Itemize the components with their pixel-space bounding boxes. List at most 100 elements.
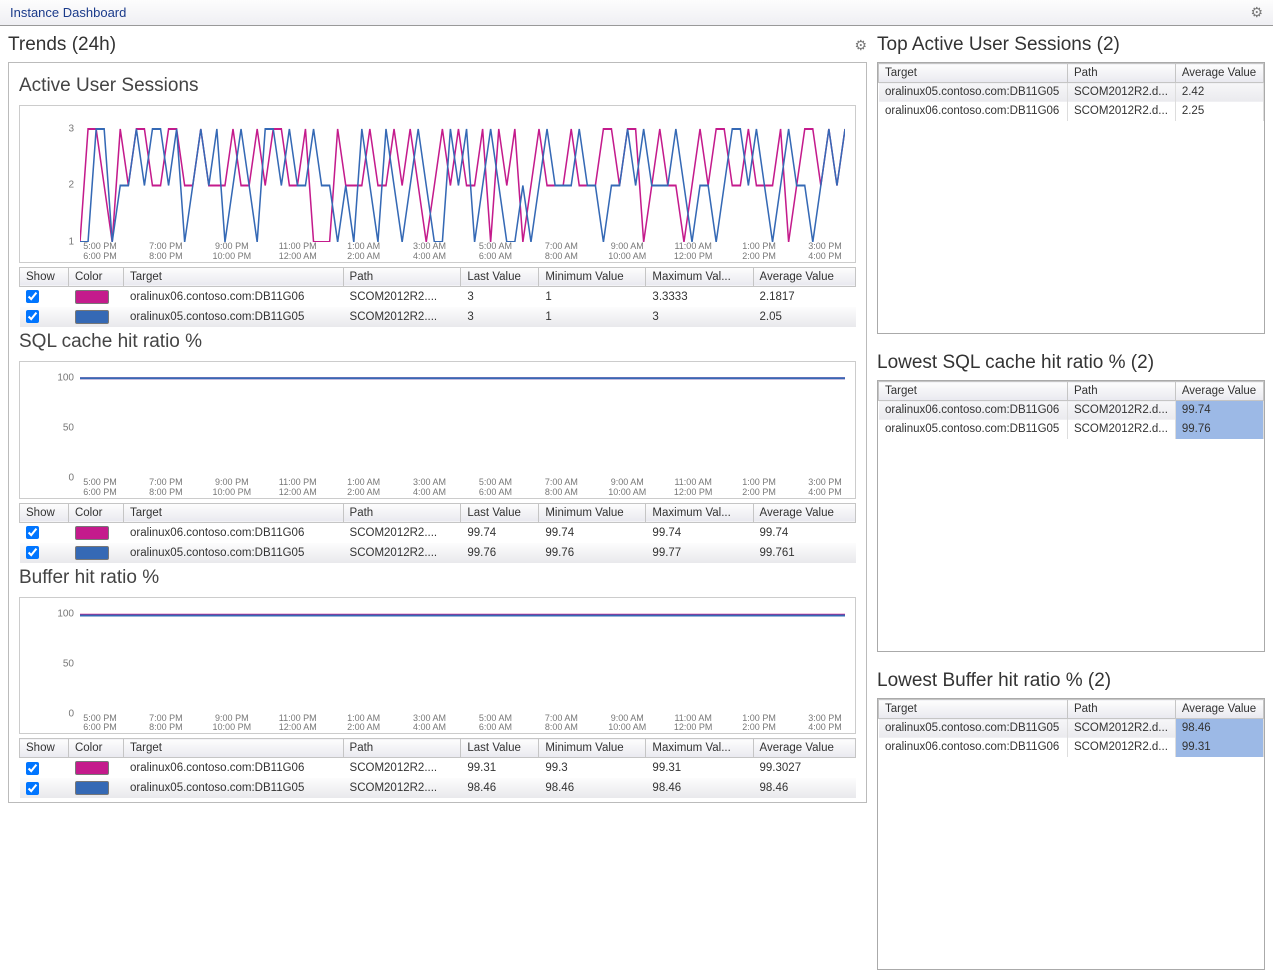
col-header[interactable]: Maximum Val... bbox=[646, 267, 753, 286]
x-tick: 11:00 AM12:00 PM bbox=[673, 714, 713, 734]
x-tick: 9:00 PM10:00 PM bbox=[212, 478, 252, 498]
col-header[interactable]: Color bbox=[68, 503, 123, 522]
col-header[interactable]: Average Value bbox=[1175, 700, 1263, 719]
y-tick: 1 bbox=[68, 237, 74, 248]
path-cell: SCOM2012R2.... bbox=[343, 307, 461, 327]
col-header[interactable]: Last Value bbox=[461, 503, 539, 522]
x-tick: 11:00 AM12:00 PM bbox=[673, 242, 713, 262]
grid-row[interactable]: oralinux05.contoso.com:DB11G05SCOM2012R2… bbox=[879, 719, 1264, 738]
color-swatch bbox=[75, 310, 109, 324]
col-header[interactable]: Path bbox=[343, 267, 461, 286]
col-header[interactable]: Target bbox=[124, 739, 344, 758]
col-header[interactable]: Show bbox=[20, 267, 69, 286]
path-cell: SCOM2012R2.d... bbox=[1067, 83, 1175, 102]
chart: 1235:00 PM6:00 PM7:00 PM8:00 PM9:00 PM10… bbox=[19, 105, 856, 263]
path-cell: SCOM2012R2.... bbox=[343, 286, 461, 307]
col-header[interactable]: Average Value bbox=[1175, 64, 1263, 83]
trends-panel: Active User Sessions1235:00 PM6:00 PM7:0… bbox=[8, 62, 867, 803]
x-tick: 11:00 AM12:00 PM bbox=[673, 478, 713, 498]
y-tick: 0 bbox=[68, 472, 74, 483]
y-tick: 3 bbox=[68, 123, 74, 134]
col-header[interactable]: Maximum Val... bbox=[646, 503, 753, 522]
x-tick: 3:00 PM4:00 PM bbox=[805, 478, 845, 498]
avg-cell: 99.74 bbox=[753, 522, 855, 543]
value-cell: 2.25 bbox=[1175, 102, 1263, 121]
data-grid: TargetPathAverage Valueoralinux06.contos… bbox=[878, 381, 1264, 439]
target-cell: oralinux05.contoso.com:DB11G05 bbox=[879, 420, 1068, 439]
col-header[interactable]: Minimum Value bbox=[539, 267, 646, 286]
x-tick: 3:00 AM4:00 AM bbox=[410, 242, 450, 262]
col-header[interactable]: Show bbox=[20, 503, 69, 522]
col-header[interactable]: Color bbox=[68, 739, 123, 758]
show-checkbox[interactable] bbox=[26, 526, 39, 539]
legend-table: ShowColorTargetPathLast ValueMinimum Val… bbox=[19, 267, 856, 327]
side-panel: Lowest Buffer hit ratio % (2)TargetPathA… bbox=[877, 670, 1265, 970]
col-header[interactable]: Path bbox=[343, 739, 461, 758]
last-cell: 3 bbox=[461, 307, 539, 327]
col-header[interactable]: Target bbox=[124, 503, 344, 522]
x-tick: 7:00 AM8:00 AM bbox=[541, 478, 581, 498]
col-header[interactable]: Last Value bbox=[461, 267, 539, 286]
header-title: Instance Dashboard bbox=[10, 5, 126, 20]
gear-icon[interactable]: ⚙ bbox=[854, 37, 867, 54]
path-cell: SCOM2012R2.... bbox=[343, 522, 461, 543]
header: Instance Dashboard ⚙ bbox=[0, 0, 1273, 26]
show-checkbox[interactable] bbox=[26, 762, 39, 775]
col-header[interactable]: Target bbox=[879, 700, 1068, 719]
legend-row[interactable]: oralinux05.contoso.com:DB11G05SCOM2012R2… bbox=[20, 307, 856, 327]
min-cell: 1 bbox=[539, 286, 646, 307]
x-tick: 11:00 PM12:00 AM bbox=[278, 478, 318, 498]
chart-title: SQL cache hit ratio % bbox=[19, 331, 856, 353]
show-checkbox[interactable] bbox=[26, 290, 39, 303]
max-cell: 98.46 bbox=[646, 778, 753, 798]
legend-table: ShowColorTargetPathLast ValueMinimum Val… bbox=[19, 738, 856, 798]
data-grid: TargetPathAverage Valueoralinux05.contos… bbox=[878, 699, 1264, 757]
legend-row[interactable]: oralinux05.contoso.com:DB11G05SCOM2012R2… bbox=[20, 778, 856, 798]
col-header[interactable]: Average Value bbox=[1175, 382, 1263, 401]
legend-row[interactable]: oralinux06.contoso.com:DB11G06SCOM2012R2… bbox=[20, 522, 856, 543]
show-checkbox[interactable] bbox=[26, 782, 39, 795]
col-header[interactable]: Minimum Value bbox=[539, 503, 646, 522]
panel-title: Lowest SQL cache hit ratio % (2) bbox=[877, 352, 1265, 374]
x-tick: 3:00 PM4:00 PM bbox=[805, 714, 845, 734]
chart: 0501005:00 PM6:00 PM7:00 PM8:00 PM9:00 P… bbox=[19, 361, 856, 499]
y-tick: 0 bbox=[68, 708, 74, 719]
show-checkbox[interactable] bbox=[26, 546, 39, 559]
col-header[interactable]: Minimum Value bbox=[539, 739, 646, 758]
col-header[interactable]: Show bbox=[20, 739, 69, 758]
grid-row[interactable]: oralinux06.contoso.com:DB11G06SCOM2012R2… bbox=[879, 102, 1264, 121]
col-header[interactable]: Maximum Val... bbox=[646, 739, 753, 758]
col-header[interactable]: Target bbox=[124, 267, 344, 286]
grid-row[interactable]: oralinux06.contoso.com:DB11G06SCOM2012R2… bbox=[879, 738, 1264, 757]
grid-row[interactable]: oralinux05.contoso.com:DB11G05SCOM2012R2… bbox=[879, 420, 1264, 439]
col-header[interactable]: Average Value bbox=[753, 739, 855, 758]
grid-row[interactable]: oralinux06.contoso.com:DB11G06SCOM2012R2… bbox=[879, 401, 1264, 420]
col-header[interactable]: Path bbox=[1067, 382, 1175, 401]
x-tick: 5:00 PM6:00 PM bbox=[80, 714, 120, 734]
x-tick: 5:00 PM6:00 PM bbox=[80, 478, 120, 498]
min-cell: 99.74 bbox=[539, 522, 646, 543]
col-header[interactable]: Path bbox=[343, 503, 461, 522]
target-cell: oralinux05.contoso.com:DB11G05 bbox=[124, 307, 344, 327]
col-header[interactable]: Average Value bbox=[753, 503, 855, 522]
col-header[interactable]: Path bbox=[1067, 700, 1175, 719]
col-header[interactable]: Last Value bbox=[461, 739, 539, 758]
col-header[interactable]: Path bbox=[1067, 64, 1175, 83]
col-header[interactable]: Target bbox=[879, 64, 1068, 83]
col-header[interactable]: Color bbox=[68, 267, 123, 286]
max-cell: 99.77 bbox=[646, 543, 753, 563]
target-cell: oralinux05.contoso.com:DB11G05 bbox=[124, 778, 344, 798]
col-header[interactable]: Average Value bbox=[753, 267, 855, 286]
avg-cell: 2.1817 bbox=[753, 286, 855, 307]
legend-row[interactable]: oralinux06.contoso.com:DB11G06SCOM2012R2… bbox=[20, 758, 856, 779]
gear-icon[interactable]: ⚙ bbox=[1250, 4, 1263, 21]
max-cell: 99.31 bbox=[646, 758, 753, 779]
legend-row[interactable]: oralinux05.contoso.com:DB11G05SCOM2012R2… bbox=[20, 543, 856, 563]
grid-row[interactable]: oralinux05.contoso.com:DB11G05SCOM2012R2… bbox=[879, 83, 1264, 102]
last-cell: 99.76 bbox=[461, 543, 539, 563]
target-cell: oralinux05.contoso.com:DB11G05 bbox=[124, 543, 344, 563]
min-cell: 99.3 bbox=[539, 758, 646, 779]
show-checkbox[interactable] bbox=[26, 310, 39, 323]
col-header[interactable]: Target bbox=[879, 382, 1068, 401]
legend-row[interactable]: oralinux06.contoso.com:DB11G06SCOM2012R2… bbox=[20, 286, 856, 307]
